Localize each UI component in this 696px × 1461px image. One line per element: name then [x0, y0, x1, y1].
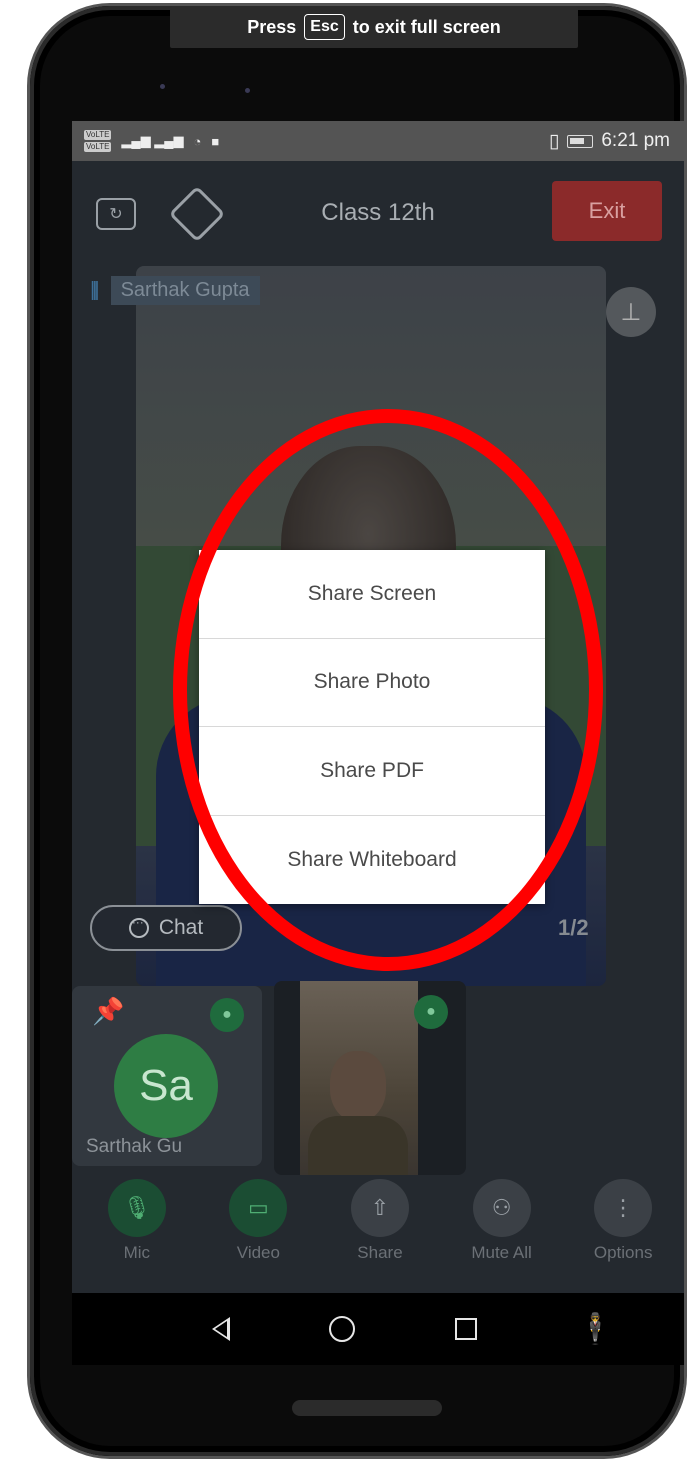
mic-icon: ●: [414, 995, 448, 1029]
chat-bubble-icon: [128, 915, 149, 938]
back-icon[interactable]: [211, 1317, 230, 1341]
video-camera-icon: ▭: [229, 1179, 288, 1237]
front-camera: [160, 84, 260, 94]
fullscreen-banner: Press Esc to exit full screen: [170, 6, 578, 48]
esc-key: Esc: [304, 14, 345, 40]
video-label: Video: [236, 1243, 280, 1262]
share-menu: Share Screen Share Photo Share PDF Share…: [199, 550, 545, 904]
mic-button[interactable]: 🎙 Mic: [81, 1179, 193, 1293]
home-indicator: [292, 1400, 442, 1416]
options-button[interactable]: ⋮ Options: [567, 1179, 679, 1293]
banner-message: to exit full screen: [352, 16, 501, 37]
video-record-icon: ■: [211, 133, 220, 149]
share-whiteboard-option[interactable]: Share Whiteboard: [199, 816, 545, 905]
pin-icon[interactable]: 📌: [92, 996, 124, 1027]
banner-press: Press: [247, 16, 297, 37]
avatar: Sa: [114, 1034, 218, 1138]
mute-all-label: Mute All: [471, 1243, 532, 1262]
status-right: ▯ 6:21 pm: [549, 130, 670, 153]
rotate-screen-icon[interactable]: [168, 185, 226, 243]
vibrate-icon: ▯: [548, 130, 560, 152]
home-icon[interactable]: [329, 1316, 356, 1342]
chat-button[interactable]: Chat: [90, 905, 242, 951]
share-icon: ⇧: [350, 1179, 409, 1237]
class-title: Class 12th: [321, 199, 435, 226]
battery-icon: [567, 134, 594, 148]
mute-all-icon: ⚇: [472, 1179, 531, 1237]
participant-tile[interactable]: 📌 ● Sa Sarthak Gu: [72, 986, 262, 1166]
share-photo-option[interactable]: Share Photo: [199, 639, 545, 727]
chat-label: Chat: [158, 916, 204, 939]
page-counter: 1/2: [558, 915, 589, 940]
participant-video: [300, 981, 418, 1175]
status-bar: VoLTE VoLTE ▂▄▆ ▂▄▆ ◔ ■ ▯ 6:21 pm: [72, 121, 684, 161]
mic-icon: ●: [210, 998, 244, 1032]
share-label: Share: [357, 1243, 403, 1262]
sim2-badge: VoLTE: [84, 142, 112, 152]
sim-badges: VoLTE VoLTE: [84, 130, 112, 152]
share-button[interactable]: ⇧ Share: [324, 1179, 436, 1293]
more-vertical-icon: ⋮: [594, 1179, 653, 1237]
bottom-toolbar: 🎙 Mic ▭ Video ⇧ Share ⚇ Mute All ⋮ Optio…: [72, 1179, 684, 1293]
participant-face: [330, 1051, 386, 1121]
sim1-badge: VoLTE: [84, 130, 112, 140]
recent-apps-icon[interactable]: [455, 1318, 478, 1340]
accessibility-icon[interactable]: 🕴: [577, 1312, 614, 1347]
speaker-name: Sarthak Gupta: [110, 275, 260, 305]
mic-label: Mic: [123, 1243, 151, 1262]
exit-button[interactable]: Exit: [552, 181, 662, 241]
participant-video-tile[interactable]: ●: [274, 981, 466, 1175]
participant-name: Sarthak Gu: [86, 1136, 183, 1157]
video-button[interactable]: ▭ Video: [202, 1179, 314, 1293]
switch-camera-icon[interactable]: ↻: [96, 198, 136, 230]
signal-icon: ▂▄▆ ▂▄▆: [121, 133, 184, 148]
share-pdf-option[interactable]: Share PDF: [199, 727, 545, 816]
status-left: VoLTE VoLTE ▂▄▆ ▂▄▆ ◔ ■: [84, 130, 219, 152]
mic-icon: 🎙: [107, 1179, 166, 1237]
android-nav-bar: 🕴: [72, 1293, 684, 1365]
audio-level-icon: |||: [90, 278, 99, 301]
wifi-icon: ◔: [193, 133, 202, 149]
active-speaker: ||| Sarthak Gupta: [90, 273, 260, 307]
status-time: 6:21 pm: [601, 130, 670, 151]
pin-icon[interactable]: ⊥: [606, 287, 656, 337]
share-screen-option[interactable]: Share Screen: [199, 550, 545, 639]
options-label: Options: [593, 1243, 653, 1262]
participant-torso: [308, 1116, 408, 1175]
mute-all-button[interactable]: ⚇ Mute All: [446, 1179, 558, 1293]
